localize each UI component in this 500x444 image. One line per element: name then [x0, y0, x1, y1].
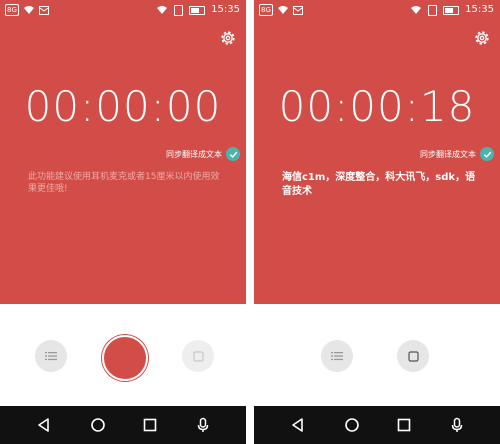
sim-icon [174, 4, 184, 16]
back-icon[interactable] [36, 417, 52, 433]
network-badge: 8G [259, 4, 273, 16]
recents-icon[interactable] [396, 417, 412, 433]
network-badge: 8G [5, 4, 19, 16]
home-icon[interactable] [90, 417, 106, 433]
stop-button[interactable] [397, 340, 429, 372]
elapsed-timer: 00:00:00 [24, 82, 222, 131]
home-icon[interactable] [344, 417, 360, 433]
sync-translate-toggle[interactable]: 同步翻译成文本 [420, 147, 494, 161]
stop-icon [407, 350, 419, 362]
control-bar [254, 304, 500, 406]
wifi-icon [277, 6, 288, 14]
stop-icon [192, 350, 204, 362]
transcript-text: 海信c1m，深度整合，科大讯飞，sdk，语音技术 [282, 172, 476, 197]
check-icon[interactable] [480, 147, 494, 161]
list-button[interactable] [35, 340, 67, 372]
clock: 15:35 [465, 4, 494, 15]
back-icon[interactable] [290, 417, 306, 433]
clock: 15:35 [211, 4, 240, 15]
wifi-signal-icon [157, 6, 168, 14]
battery-icon [189, 5, 206, 15]
sync-translate-toggle[interactable]: 同步翻译成文本 [166, 147, 240, 161]
recents-icon[interactable] [142, 417, 158, 433]
list-icon [45, 352, 57, 361]
wifi-icon [23, 6, 34, 14]
mic-icon[interactable] [449, 417, 465, 433]
control-bar [0, 304, 246, 406]
check-icon[interactable] [226, 147, 240, 161]
battery-icon [443, 5, 460, 15]
mic-icon[interactable] [195, 417, 211, 433]
recorder-screen-idle: 8G 15:35 00:00:00 同步翻译成文本 此功能建议使用耳机麦克或者1… [0, 0, 246, 444]
notification-icon [38, 5, 49, 15]
settings-icon[interactable] [218, 28, 238, 48]
list-button[interactable] [321, 340, 353, 372]
wifi-signal-icon [411, 6, 422, 14]
settings-icon[interactable] [472, 28, 492, 48]
elapsed-timer: 00:00:18 [278, 82, 476, 131]
notification-icon [292, 5, 303, 15]
system-nav-bar [0, 406, 246, 444]
sync-label: 同步翻译成文本 [420, 149, 476, 159]
stop-button[interactable] [182, 340, 214, 372]
sync-label: 同步翻译成文本 [166, 149, 222, 159]
list-icon [331, 352, 343, 361]
usage-hint: 此功能建议使用耳机麦克或者15厘米以内使用效果更佳哦! [28, 172, 220, 194]
recorder-screen-recording: 8G 15:35 00:00:18 同步翻译成文本 海信c1m，深度整合，科大讯… [254, 0, 500, 444]
sim-icon [428, 4, 438, 16]
system-nav-bar [254, 406, 500, 444]
record-button[interactable] [102, 335, 148, 381]
status-bar: 8G 15:35 [254, 0, 500, 20]
status-bar: 8G 15:35 [0, 0, 246, 20]
